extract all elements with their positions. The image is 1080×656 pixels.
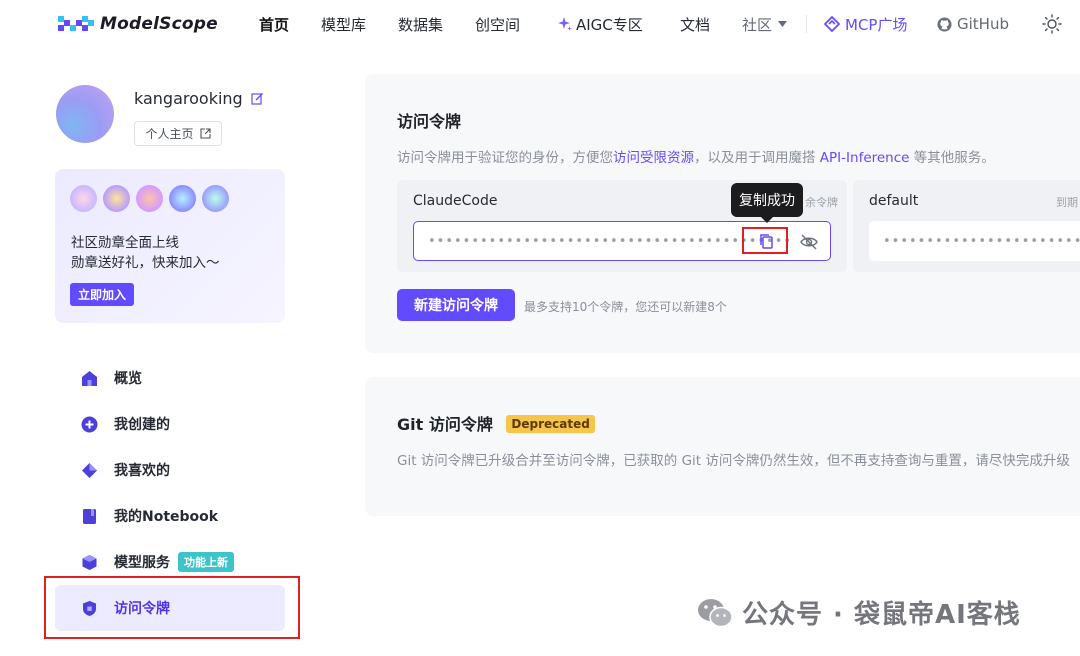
mcp-icon	[824, 16, 840, 32]
logo-text: ModelScope	[100, 14, 218, 34]
git-token-description: Git 访问令牌已升级合并至访问令牌，已获取的 Git 访问令牌仍然生效，但不再…	[397, 453, 1070, 469]
caret-down-icon	[778, 21, 788, 27]
diamond-icon	[82, 462, 97, 478]
git-token-panel: Git 访问令牌 Deprecated Git 访问令牌已升级合并至访问令牌，已…	[365, 377, 1080, 516]
personal-homepage-label: 个人主页	[145, 127, 194, 141]
token-meta: 余令牌	[805, 196, 838, 209]
sidebar-item-label: 概览	[114, 371, 142, 387]
api-inference-link[interactable]: API-Inference	[820, 150, 910, 166]
sparkle-icon	[558, 17, 572, 31]
nav-community[interactable]: 社区	[742, 14, 788, 34]
nav-studios[interactable]: 创空间	[475, 14, 520, 34]
create-token-button[interactable]: 新建访问令牌	[397, 289, 515, 321]
badge-card-line1: 社区勋章全面上线	[71, 235, 179, 251]
sidebar-item-created[interactable]: 我创建的	[55, 401, 285, 447]
token-masked-value: ••••••••••••••••••••••••••••••••••••••••…	[428, 233, 793, 249]
highlight-box-copy	[742, 227, 788, 254]
wechat-watermark: 公众号 · 袋鼠帝AI客栈	[696, 594, 1021, 631]
username: kangarooking	[134, 89, 243, 108]
username-row: kangarooking	[134, 89, 264, 108]
nav-community-label: 社区	[742, 15, 773, 34]
token-value-field[interactable]: ••••••••••••••••••••••••••••••••••••••••…	[869, 221, 1080, 261]
personal-homepage-button[interactable]: 个人主页	[134, 121, 222, 146]
external-link-icon	[199, 128, 211, 139]
top-nav-bar: ModelScope 首页 模型库 数据集 创空间 AIGC专区 文档 社区 M…	[0, 0, 1080, 48]
nav-github-label: GitHub	[957, 15, 1009, 33]
deprecated-badge: Deprecated	[506, 415, 595, 433]
badge-icon	[70, 185, 97, 212]
sidebar-item-label: 我创建的	[114, 417, 170, 433]
watermark-text: 公众号 · 袋鼠帝AI客栈	[742, 600, 1021, 630]
nav-aigc-label: AIGC专区	[576, 15, 643, 34]
plus-circle-icon	[81, 416, 98, 432]
restricted-resources-link[interactable]: 访问受限资源	[613, 150, 694, 166]
highlight-box-sidebar	[44, 576, 300, 639]
sidebar-item-label: 我喜欢的	[114, 463, 170, 479]
desc-text: ，以及用于调用魔搭	[694, 150, 820, 166]
nav-datasets[interactable]: 数据集	[398, 14, 443, 34]
access-token-description: 访问令牌用于验证您的身份，方便您访问受限资源，以及用于调用魔搭 API-Infe…	[397, 146, 995, 166]
nav-docs[interactable]: 文档	[680, 14, 710, 34]
token-meta: 到期	[1056, 196, 1078, 209]
theme-toggle-sun-icon[interactable]	[1042, 14, 1062, 34]
nav-github[interactable]: GitHub	[937, 14, 1009, 34]
badge-row	[70, 185, 229, 212]
desc-text: 访问令牌用于验证您的身份，方便您	[397, 150, 613, 166]
edit-icon[interactable]	[251, 92, 264, 105]
sidebar-item-label: 模型服务	[114, 555, 170, 571]
modelscope-logo[interactable]: ModelScope	[58, 12, 218, 36]
nav-mcp-label: MCP广场	[845, 15, 908, 34]
wechat-icon	[698, 598, 733, 627]
sidebar-item-label: 我的Notebook	[114, 509, 219, 525]
community-badge-card: 社区勋章全面上线 勋章送好礼，快来加入～ 立即加入	[55, 169, 285, 323]
desc-text: 等其他服务。	[909, 150, 995, 166]
avatar[interactable]	[56, 85, 114, 143]
notebook-icon	[83, 508, 96, 524]
badge-icon	[202, 185, 229, 212]
access-token-title: 访问令牌	[397, 112, 462, 131]
badge-icon	[136, 185, 163, 212]
cube-icon	[82, 554, 97, 570]
token-limit-note: 最多支持10个令牌，您还可以新建8个	[524, 300, 727, 314]
git-token-title-row: Git 访问令牌 Deprecated	[397, 411, 595, 435]
badge-icon	[169, 185, 196, 212]
token-name: ClaudeCode	[413, 193, 498, 209]
git-token-title: Git 访问令牌	[397, 415, 493, 434]
nav-mcp[interactable]: MCP广场	[824, 14, 907, 34]
nav-home[interactable]: 首页	[259, 14, 289, 34]
token-card: default 到期 •••••••••••••••••••••••••••••…	[853, 180, 1080, 272]
sidebar-item-notebook[interactable]: 我的Notebook	[55, 493, 285, 539]
sidebar-item-liked[interactable]: 我喜欢的	[55, 447, 285, 493]
modelscope-logo-icon	[58, 16, 94, 31]
badge-icon	[103, 185, 130, 212]
join-now-button[interactable]: 立即加入	[70, 283, 135, 306]
copy-success-tooltip: 复制成功	[731, 183, 803, 223]
token-masked-value: ••••••••••••••••••••••••••••••••••••••••…	[883, 233, 1080, 249]
nav-aigc[interactable]: AIGC专区	[558, 14, 643, 34]
home-icon	[82, 370, 97, 386]
badge-card-line2: 勋章送好礼，快来加入～	[71, 255, 220, 271]
sidebar-item-overview[interactable]: 概览	[55, 355, 285, 401]
nav-divider	[806, 15, 807, 33]
github-icon	[937, 16, 952, 32]
token-name: default	[869, 193, 919, 209]
eye-hidden-icon[interactable]	[799, 232, 819, 252]
nav-models[interactable]: 模型库	[321, 14, 366, 34]
new-feature-tag: 功能上新	[178, 552, 234, 572]
